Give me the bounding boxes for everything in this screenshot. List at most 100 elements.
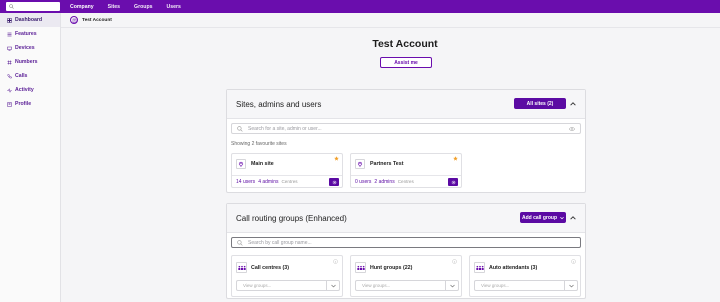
topnav-groups[interactable]: Groups	[134, 4, 152, 10]
site-card-footer: 14 users 4 admins Centres	[232, 175, 342, 187]
profile-icon	[7, 101, 12, 107]
numbers-icon	[7, 59, 12, 65]
site-card-header: Partners Test	[351, 154, 461, 174]
features-icon	[7, 32, 12, 36]
sidebar-item-label: Features	[15, 31, 37, 37]
topnav-company[interactable]: Company	[70, 4, 94, 10]
sidebar-item-features[interactable]: Features	[0, 27, 60, 41]
header-divider	[61, 27, 720, 28]
phone-icon	[7, 73, 12, 78]
breadcrumb-label[interactable]: Test Account	[82, 18, 112, 23]
sidebar-item-label: Profile	[15, 101, 32, 107]
topnav-users[interactable]: Users	[167, 4, 181, 10]
sidebar-item-numbers[interactable]: Numbers	[0, 55, 60, 69]
users-count-link[interactable]: 14 users	[236, 179, 255, 185]
dashboard-icon	[7, 17, 12, 23]
gear-icon	[451, 180, 455, 184]
centres-label: Centres	[397, 179, 414, 184]
chevron-down-icon	[560, 216, 564, 219]
view-groups-placeholder: View groups...	[481, 283, 510, 288]
search-icon	[237, 239, 243, 246]
group-name: Call centres (3)	[251, 264, 289, 271]
chevron-up-icon[interactable]	[570, 215, 576, 221]
assist-me-button[interactable]: Assist me	[380, 57, 432, 68]
group-card-hunt-groups: Hunt groups (22) View groups...	[350, 255, 462, 297]
sites-panel-title: Sites, admins and users	[236, 99, 322, 109]
call-routing-panel: Call routing groups (Enhanced) Add call …	[226, 203, 586, 299]
chevron-down-icon	[445, 281, 458, 290]
view-groups-placeholder: View groups...	[243, 283, 272, 288]
group-card-header: Auto attendants (3)	[470, 256, 580, 279]
sidebar-item-calls[interactable]: Calls	[0, 69, 60, 83]
site-card-header: Main site	[232, 154, 342, 174]
sites-panel: Sites, admins and users All sites (2) Se…	[226, 89, 586, 193]
sites-panel-header: Sites, admins and users All sites (2)	[227, 90, 585, 119]
call-routing-panel-header: Call routing groups (Enhanced) Add call …	[227, 204, 585, 233]
site-card-footer: 0 users 2 admins Centres	[351, 175, 461, 187]
group-card-call-centres: Call centres (3) View groups...	[231, 255, 343, 297]
global-search-input[interactable]	[6, 2, 60, 11]
call-routing-panel-title: Call routing groups (Enhanced)	[236, 213, 347, 223]
site-card-partners[interactable]: Partners Test 0 users 2 admins Centres	[350, 153, 462, 188]
top-nav-menu: Company Sites Groups Users	[70, 0, 181, 13]
location-pin-icon	[236, 159, 246, 169]
group-name: Auto attendants (3)	[489, 264, 538, 271]
group-name: Hunt groups (22)	[370, 264, 413, 271]
page-title: Test Account	[372, 38, 438, 50]
group-icon	[236, 262, 247, 273]
favourite-star-icon[interactable]	[453, 156, 458, 161]
admins-count-link[interactable]: 2 admins	[374, 179, 394, 185]
sidebar-item-devices[interactable]: Devices	[0, 41, 60, 55]
sidebar-item-label: Calls	[15, 73, 28, 79]
centres-label: Centres	[281, 179, 298, 184]
group-card-header: Hunt groups (22)	[351, 256, 461, 279]
sidebar: Dashboard Features Devices Numbers Calls…	[0, 13, 61, 302]
activity-icon	[7, 87, 12, 93]
group-icon	[474, 262, 485, 273]
sidebar-item-profile[interactable]: Profile	[0, 97, 60, 111]
group-icon	[355, 262, 366, 273]
call-group-search-input[interactable]: Search by call group name...	[231, 237, 581, 248]
view-groups-select[interactable]: View groups...	[355, 280, 459, 291]
sidebar-item-activity[interactable]: Activity	[0, 83, 60, 97]
sidebar-item-label: Devices	[15, 45, 35, 51]
site-settings-button[interactable]	[448, 178, 458, 186]
location-pin-icon	[355, 159, 365, 169]
topnav-sites[interactable]: Sites	[108, 4, 120, 10]
view-groups-placeholder: View groups...	[362, 283, 391, 288]
site-name: Partners Test	[370, 161, 404, 167]
top-navigation-bar: Company Sites Groups Users	[0, 0, 720, 13]
group-card-auto-attendants: Auto attendants (3) View groups...	[469, 255, 581, 297]
info-icon[interactable]	[452, 259, 457, 264]
favourites-label: Showing 2 favourite sites	[231, 141, 287, 147]
sidebar-item-label: Numbers	[15, 59, 38, 65]
admins-count-link[interactable]: 4 admins	[258, 179, 278, 185]
gear-icon	[332, 180, 336, 184]
site-settings-button[interactable]	[329, 178, 339, 186]
info-icon[interactable]	[571, 259, 576, 264]
add-call-group-label: Add call group	[522, 214, 557, 221]
users-count-link[interactable]: 0 users	[355, 179, 371, 185]
chevron-down-icon	[326, 281, 339, 290]
search-icon	[9, 4, 14, 9]
site-search-placeholder: Search for a site, admin or user...	[248, 125, 322, 132]
eye-icon[interactable]	[569, 126, 575, 132]
call-group-search-placeholder: Search by call group name...	[248, 239, 312, 246]
favourite-star-icon[interactable]	[334, 156, 339, 161]
chevron-down-icon	[564, 281, 577, 290]
all-sites-button[interactable]: All sites (2)	[514, 98, 566, 109]
sidebar-item-label: Activity	[15, 87, 34, 93]
site-name: Main site	[251, 161, 274, 167]
add-call-group-button[interactable]: Add call group	[520, 212, 566, 223]
sidebar-item-dashboard[interactable]: Dashboard	[0, 13, 60, 27]
site-card-main[interactable]: Main site 14 users 4 admins Centres	[231, 153, 343, 188]
sidebar-item-label: Dashboard	[15, 17, 43, 23]
group-card-header: Call centres (3)	[232, 256, 342, 279]
site-search-input[interactable]: Search for a site, admin or user...	[231, 123, 581, 134]
chevron-up-icon[interactable]	[570, 101, 576, 107]
info-icon[interactable]	[333, 259, 338, 264]
devices-icon	[7, 46, 12, 51]
view-groups-select[interactable]: View groups...	[474, 280, 578, 291]
breadcrumb: Test Account	[70, 16, 112, 24]
view-groups-select[interactable]: View groups...	[236, 280, 340, 291]
